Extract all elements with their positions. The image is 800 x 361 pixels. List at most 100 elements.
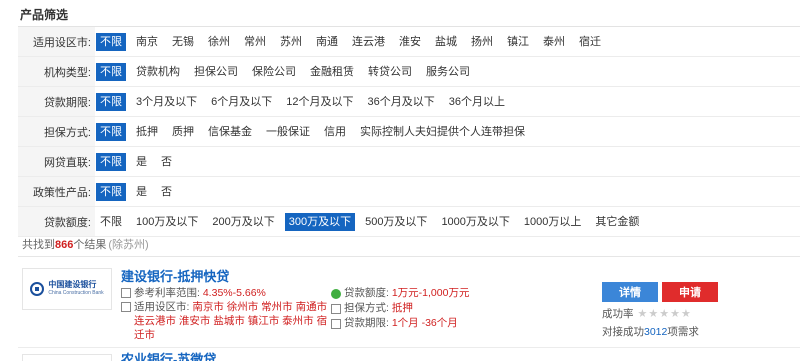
success-rate: 成功率 ★★★★★	[602, 306, 692, 321]
filter-option[interactable]: 500万及以下	[361, 213, 431, 231]
filter-label: 政策性产品:	[18, 177, 95, 206]
filter-label: 机构类型:	[18, 57, 95, 86]
filter-option[interactable]: 不限	[96, 182, 126, 201]
filter-option[interactable]: 镇江	[503, 33, 533, 51]
filter-option[interactable]: 实际控制人夫妇提供个人连带担保	[356, 123, 529, 141]
filter-option[interactable]: 无锡	[168, 33, 198, 51]
filter-option[interactable]: 质押	[168, 123, 198, 141]
filter-option[interactable]: 淮安	[395, 33, 425, 51]
filter-option[interactable]: 担保公司	[190, 63, 242, 81]
filter-options: 不限 抵押 质押 信保基金 一般保证 信用 实际控制人夫妇提供个人连带担保	[95, 117, 535, 146]
filter-option[interactable]: 信保基金	[204, 123, 256, 141]
filter-option[interactable]: 200万及以下	[208, 213, 278, 231]
filter-options: 不限 贷款机构 担保公司 保险公司 金融租赁 转贷公司 服务公司	[95, 57, 480, 86]
filter-option[interactable]: 不限	[96, 92, 126, 111]
star-rating-icon: ★★★★★	[637, 308, 692, 320]
filter-label: 贷款期限:	[18, 87, 95, 116]
bank-logo-next[interactable]	[22, 354, 112, 361]
filter-option[interactable]: 信用	[320, 123, 350, 141]
filter-option[interactable]: 6个月及以下	[207, 93, 276, 111]
filter-options: 不限是否	[95, 177, 182, 206]
filter-option[interactable]: 36个月以上	[445, 93, 509, 111]
logo-en-text: China Construction Bank	[48, 290, 104, 296]
filter-row: 机构类型: 不限 贷款机构 担保公司 保险公司 金融租赁 转贷公司 服务公司	[18, 57, 800, 87]
filter-option[interactable]: 盐城	[431, 33, 461, 51]
detail-button[interactable]: 详情	[602, 282, 658, 302]
filter-row: 担保方式: 不限 抵押 质押 信保基金 一般保证 信用 实际控制人夫妇提供个人连带担保	[18, 117, 800, 147]
term-label: 贷款期限:	[344, 317, 389, 329]
filter-option[interactable]: 是	[132, 153, 151, 171]
result-prefix: 共找到	[22, 239, 55, 251]
filter-option[interactable]: 12个月及以下	[282, 93, 357, 111]
result-exclude-note: (除苏州)	[108, 239, 149, 251]
product-title[interactable]: 建设银行-抵押快贷	[121, 266, 229, 285]
filter-option[interactable]: 一般保证	[262, 123, 314, 141]
filter-option[interactable]: 保险公司	[248, 63, 300, 81]
ccb-logo-icon	[30, 282, 45, 296]
filter-label: 贷款额度:	[18, 207, 95, 236]
product-card-next: 农业银行-苏微贷	[18, 352, 800, 361]
filter-option[interactable]: 徐州	[204, 33, 234, 51]
filter-row: 适用设区市: 不限 南京 无锡 徐州 常州 苏州 南通 连云港 淮安 盐城 扬州 镇江 泰州 宿迁	[18, 27, 800, 57]
filter-option[interactable]: 不限	[96, 62, 126, 81]
filter-row: 网贷直联: 不限是否	[18, 147, 800, 177]
filter-option[interactable]: 不限	[96, 213, 126, 231]
filter-option[interactable]: 不限	[96, 122, 126, 141]
filter-option[interactable]: 泰州	[539, 33, 569, 51]
filter-option[interactable]: 3个月及以下	[132, 93, 201, 111]
product-card: 中国建设银行 China Construction Bank 建设银行-抵押快贷…	[18, 262, 800, 348]
filter-label: 适用设区市:	[18, 27, 95, 56]
filter-option[interactable]: 贷款机构	[132, 63, 184, 81]
result-count: 共找到866个结果 (除苏州)	[22, 236, 149, 252]
guarantee-label: 担保方式:	[344, 302, 389, 314]
guarantee-icon	[331, 303, 341, 314]
filter-row: 贷款期限: 不限 3个月及以下 6个月及以下 12个月及以下 36个月及以下 36个月以上	[18, 87, 800, 117]
filter-option[interactable]: 1000万以上	[520, 213, 585, 231]
product-info-right: 贷款额度: 1万元-1,000万元 担保方式: 抵押 贷款期限: 1个月 -36…	[331, 286, 571, 331]
rate-icon	[121, 288, 131, 298]
filter-option[interactable]: 是	[132, 183, 151, 201]
term-icon	[331, 318, 341, 329]
filter-options: 不限是否	[95, 147, 182, 176]
filter-option[interactable]: 南京	[132, 33, 162, 51]
filter-option[interactable]: 扬州	[467, 33, 497, 51]
city-label: 适用设区市:	[134, 301, 190, 313]
filter-option[interactable]: 金融租赁	[306, 63, 358, 81]
filter-option[interactable]: 服务公司	[422, 63, 474, 81]
apply-button[interactable]: 申请	[662, 282, 718, 302]
filter-option[interactable]: 转贷公司	[364, 63, 416, 81]
filter-options: 不限 100万及以下 200万及以下 300万及以下 500万及以下 1000万及以下 10…	[95, 207, 649, 236]
divider	[18, 256, 800, 257]
guarantee-value: 抵押	[391, 302, 413, 314]
filter-option[interactable]: 抵押	[132, 123, 162, 141]
filter-option[interactable]: 否	[157, 153, 176, 171]
rate-label: 参考利率范围:	[134, 287, 200, 299]
filter-row: 政策性产品: 不限是否	[18, 177, 800, 207]
city-icon	[121, 302, 131, 312]
product-title-next[interactable]: 农业银行-苏微贷	[121, 352, 216, 361]
filter-options: 不限 3个月及以下 6个月及以下 12个月及以下 36个月及以下 36个月以上	[95, 87, 515, 116]
result-suffix: 个结果	[73, 239, 107, 251]
filter-option[interactable]: 36个月及以下	[364, 93, 439, 111]
filter-option[interactable]: 不限	[96, 32, 126, 51]
filter-option[interactable]: 其它金额	[591, 213, 643, 231]
filter-option[interactable]: 连云港	[348, 33, 389, 51]
product-info-left: 参考利率范围: 4.35%-5.66% 适用设区市: 南京市 徐州市 常州市 南…	[121, 286, 331, 342]
amount-icon	[331, 288, 341, 299]
success-rate-label: 成功率	[602, 308, 634, 320]
served-prefix: 对接成功	[602, 326, 644, 338]
served-suffix: 项需求	[667, 326, 699, 338]
filter-option[interactable]: 否	[157, 183, 176, 201]
filter-option[interactable]: 苏州	[276, 33, 306, 51]
filter-option[interactable]: 南通	[312, 33, 342, 51]
filter-option[interactable]: 300万及以下	[284, 212, 356, 231]
served-number: 3012	[644, 326, 668, 338]
filter-option[interactable]: 1000万及以下	[437, 213, 513, 231]
logo-cn-text: 中国建设银行	[48, 280, 97, 289]
filter-option[interactable]: 100万及以下	[132, 213, 202, 231]
filter-option[interactable]: 宿迁	[575, 33, 605, 51]
filter-option[interactable]: 不限	[96, 152, 126, 171]
bank-logo[interactable]: 中国建设银行 China Construction Bank	[22, 268, 112, 310]
filter-option[interactable]: 常州	[240, 33, 270, 51]
section-title: 产品筛选	[20, 8, 69, 22]
